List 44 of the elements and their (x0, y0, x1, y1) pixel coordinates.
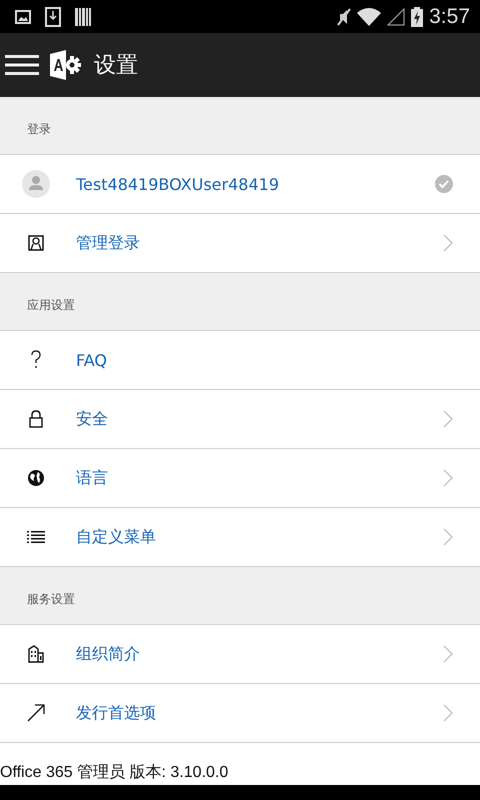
settings-row[interactable]: Test48419BOXUser48419 (0, 155, 480, 214)
settings-row[interactable]: 安全 (0, 390, 480, 449)
settings-row[interactable]: 语言 (0, 449, 480, 508)
row-label: 组织简介 (76, 644, 141, 664)
avatar-icon (22, 170, 50, 198)
question-icon (30, 350, 42, 370)
globe-icon (26, 469, 44, 487)
row-label: Test48419BOXUser48419 (76, 174, 280, 194)
chevron-icon (443, 704, 453, 722)
settings-row[interactable]: FAQ (0, 331, 480, 390)
screen-title: 设置 (94, 52, 138, 80)
lock-icon (28, 410, 42, 428)
chevron-icon (443, 410, 453, 428)
chevron-icon (443, 528, 453, 546)
gear-document-logo-icon (48, 50, 82, 80)
row-label: FAQ (76, 350, 108, 370)
row-label: 自定义菜单 (76, 526, 157, 548)
row-label: 发行首选项 (76, 702, 157, 724)
signal-icon (387, 8, 406, 26)
image-icon (15, 10, 31, 24)
row-label: 语言 (76, 468, 109, 488)
building-icon (28, 645, 44, 663)
check-circle-icon (435, 175, 453, 193)
clock-time: 3:57 (429, 4, 470, 28)
section-title: 服务设置 (27, 591, 75, 608)
menu-icon[interactable] (5, 54, 39, 76)
settings-row[interactable]: 发行首选项 (0, 684, 480, 743)
barcode-icon (75, 8, 91, 26)
arrow-icon (26, 704, 44, 722)
battery-icon (411, 6, 424, 26)
version-text: Office 365 管理员 版本: 3.10.0.0 (0, 762, 230, 783)
wifi-icon (357, 8, 382, 26)
settings-row[interactable]: 组织简介 (0, 625, 480, 684)
section-title: 应用设置 (27, 297, 75, 314)
id-badge-icon (28, 235, 44, 251)
chevron-icon (443, 645, 453, 663)
download-icon (45, 6, 61, 26)
row-label: 安全 (76, 408, 109, 430)
list-icon (26, 531, 44, 543)
row-label: 管理登录 (76, 232, 141, 254)
section-title: 登录 (27, 121, 51, 138)
chevron-icon (443, 234, 453, 252)
chevron-icon (443, 469, 453, 487)
mute-icon (337, 8, 352, 26)
